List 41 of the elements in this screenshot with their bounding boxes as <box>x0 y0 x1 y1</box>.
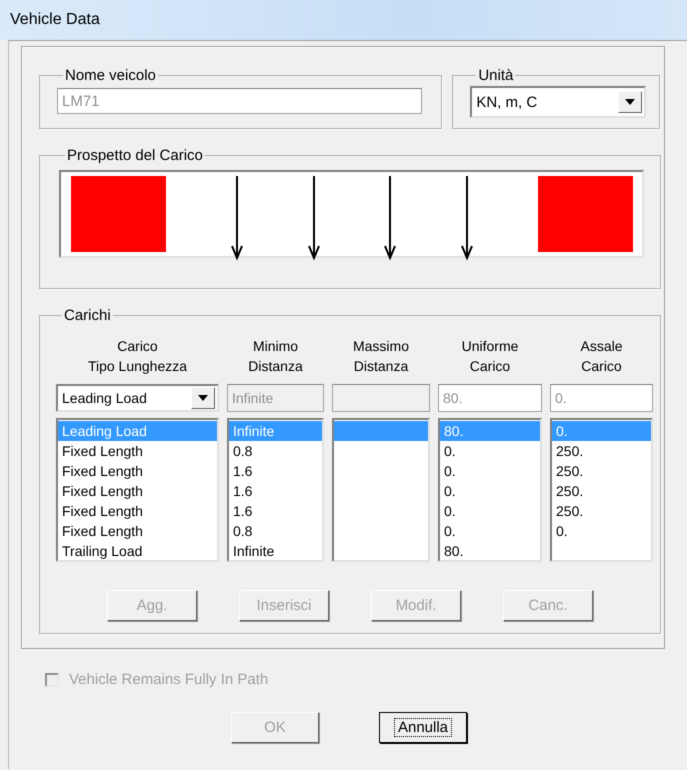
list-item[interactable]: 0. <box>440 521 540 541</box>
list-item[interactable]: Fixed Length <box>58 521 217 541</box>
list-item[interactable]: 250. <box>552 501 651 521</box>
list-item[interactable]: 0.8 <box>229 441 322 461</box>
list-item[interactable]: 80. <box>440 541 540 561</box>
checkbox-label: Vehicle Remains Fully In Path <box>69 671 268 688</box>
list-item[interactable]: Fixed Length <box>58 461 217 481</box>
units-dropdown[interactable]: KN, m, C <box>470 86 646 118</box>
column-header: Uniforme Carico <box>460 337 520 376</box>
list-item[interactable]: 250. <box>552 441 651 461</box>
list-item[interactable]: 0. <box>440 461 540 481</box>
list-item[interactable]: 0.8 <box>229 521 322 541</box>
down-arrow-icon <box>384 176 396 260</box>
group-label: Nome veicolo <box>64 67 157 84</box>
list-item[interactable]: 0. <box>440 481 540 501</box>
load-type-dropdown[interactable]: Leading Load <box>56 384 219 412</box>
column-header: Carico Tipo Lunghezza <box>86 337 188 376</box>
list-item[interactable]: 0. <box>552 521 651 541</box>
list-item[interactable]: Fixed Length <box>58 481 217 501</box>
list-item[interactable]: 1.6 <box>229 461 322 481</box>
column-header: Massimo Distanza <box>352 337 410 376</box>
down-arrow-icon <box>461 176 474 260</box>
list-item[interactable]: 1.6 <box>229 481 322 501</box>
down-arrow-icon <box>308 176 320 260</box>
list-item[interactable]: Fixed Length <box>58 441 217 461</box>
down-arrow-icon <box>230 176 243 260</box>
list-item[interactable]: 1.6 <box>229 501 322 521</box>
window-title: Vehicle Data <box>10 11 100 29</box>
column-header: Assale Carico <box>579 337 624 376</box>
column-header: Minimo Distanza <box>247 337 304 376</box>
list-item[interactable]: 0. <box>440 441 540 461</box>
list-item[interactable]: Trailing Load <box>58 541 217 561</box>
list-item[interactable]: Fixed Length <box>58 501 217 521</box>
list-item[interactable]: Infinite <box>229 541 322 561</box>
group-label: Prospetto del Carico <box>66 147 204 164</box>
group-label: Carichi <box>63 307 112 324</box>
list-item[interactable]: 250. <box>552 461 651 481</box>
list-item[interactable]: 0. <box>440 501 540 521</box>
group-label: Unità <box>477 67 514 84</box>
list-item[interactable]: 250. <box>552 481 651 501</box>
dialog-button[interactable]: Annulla <box>379 712 467 743</box>
